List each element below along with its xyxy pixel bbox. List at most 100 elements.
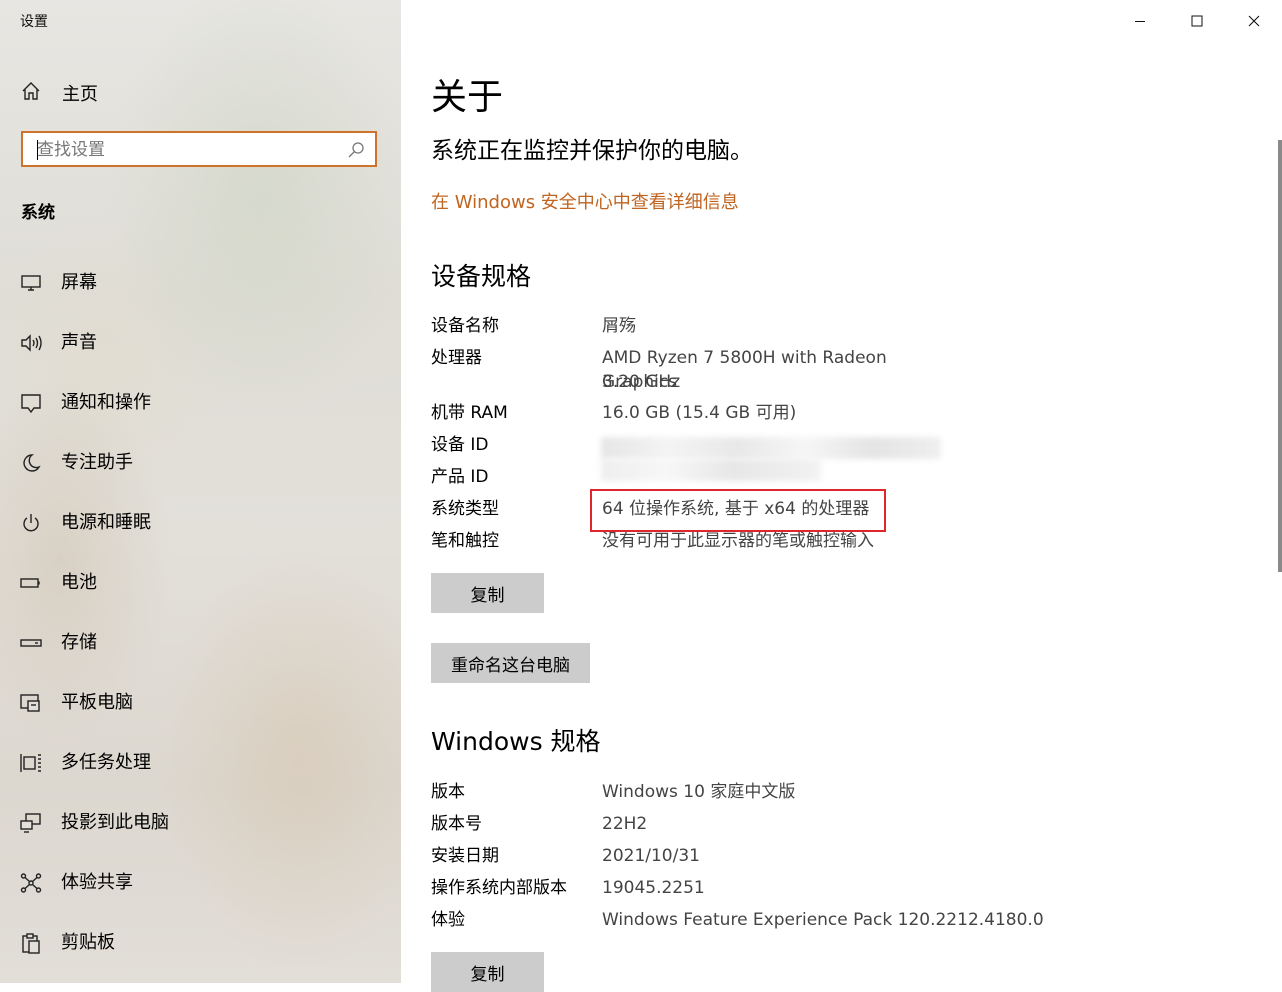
home-label: 主页 (62, 84, 98, 105)
clipboard-icon (20, 932, 42, 954)
sidebar-item-label: 投影到此电脑 (61, 812, 169, 833)
sidebar-item-multitasking[interactable]: 多任务处理 (20, 750, 169, 810)
multitasking-icon (20, 752, 42, 774)
monitor-icon (20, 272, 42, 294)
sidebar-item-label: 电池 (61, 572, 97, 593)
spec-row-version: 版本号 22H2 (431, 812, 1062, 844)
battery-icon (20, 572, 42, 594)
spec-row-pen-touch: 笔和触控 没有可用于此显示器的笔或触控输入 (431, 529, 962, 561)
sidebar-item-shared-experiences[interactable]: 体验共享 (20, 870, 169, 930)
sidebar-item-label: 多任务处理 (61, 752, 151, 773)
spec-row-processor: 处理器 AMD Ryzen 7 5800H with Radeon Graphi… (431, 346, 962, 392)
sidebar-item-label: 专注助手 (61, 452, 133, 473)
spec-value: 22H2 (602, 814, 648, 834)
power-icon (20, 512, 42, 534)
spec-key: 机带 RAM (431, 403, 508, 423)
storage-icon (20, 632, 42, 654)
spec-value: 没有可用于此显示器的笔或触控输入 (602, 531, 874, 551)
spec-value: 屑殇 (602, 316, 636, 336)
sidebar-item-label: 电源和睡眠 (61, 512, 151, 533)
text-caret (37, 140, 38, 160)
spec-key: 安装日期 (431, 846, 499, 866)
sidebar-item-tablet[interactable]: 平板电脑 (20, 690, 169, 750)
redacted-product-id (601, 459, 821, 481)
sidebar-item-label: 平板电脑 (61, 692, 133, 713)
spec-key: 设备名称 (431, 316, 499, 336)
spec-value: 19045.2251 (602, 878, 705, 898)
spec-key: 设备 ID (431, 435, 489, 455)
spec-value: Windows Feature Experience Pack 120.2212… (602, 910, 1044, 930)
settings-sidebar: 设置 主页 系统 屏幕 声音 通知和操作 (0, 0, 401, 983)
close-button[interactable] (1225, 0, 1282, 42)
spec-key: 产品 ID (431, 467, 489, 487)
spec-key: 系统类型 (431, 499, 499, 519)
spec-key: 处理器 (431, 348, 482, 368)
spec-row-device-name: 设备名称 屑殇 (431, 314, 962, 346)
security-center-link[interactable]: 在 Windows 安全中心中查看详细信息 (431, 188, 739, 214)
rename-pc-button[interactable]: 重命名这台电脑 (431, 643, 590, 683)
spec-row-os-build: 操作系统内部版本 19045.2251 (431, 876, 1062, 908)
minimize-button[interactable] (1111, 0, 1168, 42)
about-page: 关于 系统正在监控并保护你的电脑。 在 Windows 安全中心中查看详细信息 … (401, 0, 1282, 992)
minimize-icon (1134, 12, 1146, 31)
spec-value: 3.20 GHz (602, 372, 681, 392)
section-title-system: 系统 (21, 203, 55, 223)
sidebar-item-label: 声音 (61, 332, 97, 353)
page-title: 关于 (431, 77, 504, 118)
spec-key: 版本 (431, 782, 465, 802)
notification-icon (20, 392, 42, 414)
spec-row-processor-speed: 3.20 GHz (431, 370, 962, 401)
sidebar-item-battery[interactable]: 电池 (20, 570, 169, 630)
windows-specs-heading: Windows 规格 (431, 727, 601, 756)
speaker-icon (20, 332, 42, 354)
spec-value: AMD Ryzen 7 5800H with Radeon Graphics (602, 348, 887, 392)
project-icon (20, 812, 42, 834)
vertical-scrollbar[interactable] (1278, 140, 1282, 572)
system-nav-list: 屏幕 声音 通知和操作 专注助手 电源和睡眠 电池 存储 平板电脑 多任务处理 … (20, 270, 169, 983)
maximize-icon (1191, 12, 1203, 31)
sidebar-item-clipboard[interactable]: 剪贴板 (20, 930, 169, 983)
sidebar-item-project-to-pc[interactable]: 投影到此电脑 (20, 810, 169, 870)
sidebar-item-display[interactable]: 屏幕 (20, 270, 169, 330)
sidebar-item-label: 体验共享 (61, 872, 133, 893)
search-box[interactable] (21, 131, 377, 167)
sidebar-item-notifications[interactable]: 通知和操作 (20, 390, 169, 450)
tablet-icon (20, 692, 42, 714)
spec-row-installed-on: 安装日期 2021/10/31 (431, 844, 1062, 876)
sidebar-item-sound[interactable]: 声音 (20, 330, 169, 390)
device-specs-heading: 设备规格 (431, 262, 532, 291)
windows-specs-list: 版本 Windows 10 家庭中文版 版本号 22H2 安装日期 2021/1… (431, 780, 1062, 940)
spec-value: 2021/10/31 (602, 846, 700, 866)
copy-windows-specs-button[interactable]: 复制 (431, 952, 544, 992)
sidebar-item-focus-assist[interactable]: 专注助手 (20, 450, 169, 510)
sidebar-item-label: 剪贴板 (61, 932, 115, 953)
spec-row-ram: 机带 RAM 16.0 GB (15.4 GB 可用) (431, 401, 962, 433)
spec-row-edition: 版本 Windows 10 家庭中文版 (431, 780, 1062, 812)
copy-device-specs-button[interactable]: 复制 (431, 573, 544, 613)
spec-key: 体验 (431, 910, 465, 930)
share-icon (20, 872, 42, 894)
home-icon (20, 80, 42, 106)
spec-value: 16.0 GB (15.4 GB 可用) (602, 403, 797, 423)
sidebar-item-storage[interactable]: 存储 (20, 630, 169, 690)
protection-status-text: 系统正在监控并保护你的电脑。 (431, 138, 753, 164)
sidebar-item-label: 通知和操作 (61, 392, 151, 413)
home-nav-item[interactable]: 主页 (20, 80, 98, 106)
spec-value: Windows 10 家庭中文版 (602, 782, 796, 802)
sidebar-item-label: 存储 (61, 632, 97, 653)
sidebar-item-power-sleep[interactable]: 电源和睡眠 (20, 510, 169, 570)
maximize-button[interactable] (1168, 0, 1225, 42)
window-controls (1111, 0, 1282, 42)
system-type-highlight-box (590, 489, 886, 532)
close-icon (1248, 12, 1260, 31)
window-title: 设置 (20, 14, 48, 30)
spec-key: 版本号 (431, 814, 482, 834)
moon-icon (20, 452, 42, 474)
search-icon[interactable] (347, 141, 365, 163)
spec-key: 操作系统内部版本 (431, 878, 567, 898)
spec-key: 笔和触控 (431, 531, 499, 551)
redacted-device-id (601, 437, 941, 459)
sidebar-item-label: 屏幕 (61, 272, 97, 293)
search-input[interactable] (35, 137, 339, 163)
spec-row-experience: 体验 Windows Feature Experience Pack 120.2… (431, 908, 1062, 940)
